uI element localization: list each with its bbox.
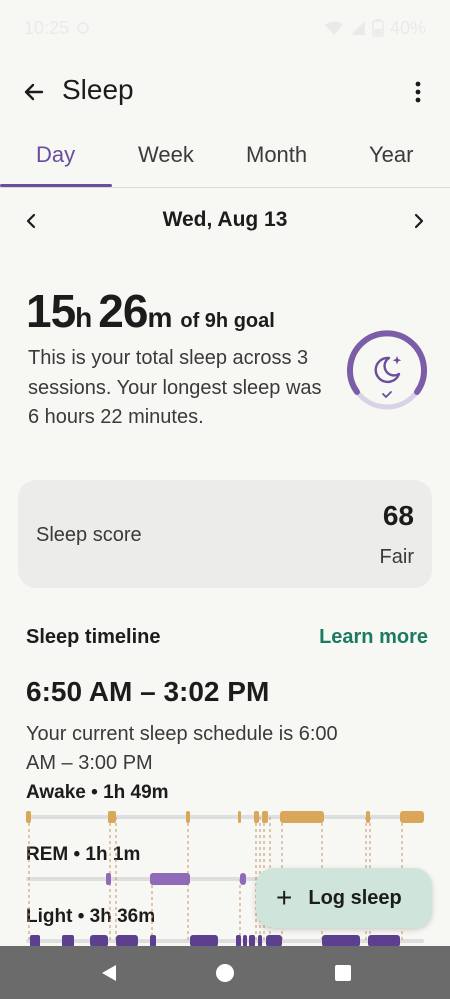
nav-back-icon [102, 965, 116, 981]
timeline-header: Sleep timeline Learn more [26, 626, 428, 652]
more-vert-icon [415, 81, 421, 103]
period-tabs: Day Week Month Year [0, 130, 450, 188]
goal-text: of 9h goal [180, 310, 275, 332]
nav-home-icon [216, 964, 234, 982]
status-right: 40% [324, 18, 426, 39]
total-minutes: 26 [98, 285, 148, 337]
status-time: 10:25 [24, 17, 70, 38]
moon-stars-icon [374, 356, 402, 384]
sleep-schedule: Your current sleep schedule is 6:00 AM –… [26, 723, 338, 774]
back-button[interactable] [18, 76, 50, 108]
nav-back-button[interactable] [96, 960, 122, 986]
sleep-goal-ring [347, 330, 427, 410]
light-track [26, 939, 424, 943]
minutes-unit: m [147, 302, 173, 333]
next-day-button[interactable] [406, 208, 432, 234]
sleep-score-card[interactable]: Sleep score 68 Fair [18, 480, 432, 588]
sleep-time-range: 6:50 AM – 3:02 PM [26, 676, 270, 707]
date-navigation: Wed, Aug 13 [0, 200, 450, 242]
system-nav-bar [0, 946, 450, 999]
date-label: Wed, Aug 13 [162, 208, 288, 231]
wifi-icon [324, 21, 343, 35]
signal-icon [350, 21, 365, 35]
awake-track [26, 815, 424, 819]
sleep-summary: This is your total sleep across 3 sessio… [28, 347, 322, 428]
sleep-score-value: 68 [382, 500, 414, 531]
arrow-back-icon [24, 83, 44, 101]
nav-home-button[interactable] [212, 960, 238, 986]
battery-percent: 40% [389, 17, 426, 38]
plus-icon: + [276, 882, 293, 913]
status-bar: 10:25 40% [0, 0, 450, 56]
hours-unit: h [75, 302, 93, 333]
battery-icon [372, 19, 384, 37]
log-sleep-button[interactable]: + Log sleep [256, 868, 432, 928]
sleep-score-status: Fair [379, 546, 414, 568]
sleep-score-label: Sleep score [36, 524, 142, 546]
tab-year[interactable]: Year [369, 142, 413, 168]
status-left: 10:25 [24, 18, 91, 39]
tab-month[interactable]: Month [246, 142, 307, 168]
nav-recents-button[interactable] [330, 960, 356, 986]
total-hours: 15 [26, 285, 76, 337]
timeline-title: Sleep timeline [26, 626, 161, 648]
log-sleep-label: Log sleep [308, 886, 402, 909]
chevron-right-icon [414, 213, 424, 229]
tab-week[interactable]: Week [138, 142, 194, 168]
notification-icon [77, 22, 89, 34]
page-title: Sleep [62, 74, 134, 105]
more-options-button[interactable] [406, 76, 430, 108]
tab-indicator [0, 184, 112, 187]
learn-more-link[interactable]: Learn more [319, 626, 428, 649]
tab-day[interactable]: Day [36, 142, 75, 168]
nav-recents-icon [335, 965, 351, 981]
app-bar: Sleep [0, 64, 450, 120]
total-sleep: 15 h 26 m of 9h goal [26, 284, 275, 338]
